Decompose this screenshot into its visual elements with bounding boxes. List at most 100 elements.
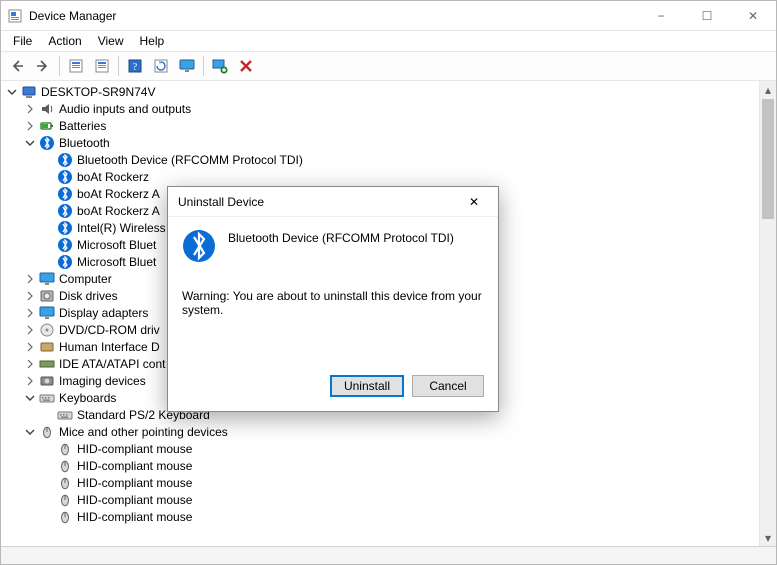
menu-view[interactable]: View [90, 32, 132, 50]
tree-item-label: Computer [59, 272, 112, 286]
tree-caret[interactable] [23, 340, 37, 354]
tree-category-icon [39, 373, 55, 389]
tree-item-label: HID-compliant mouse [77, 510, 192, 524]
tree-category[interactable]: Batteries [1, 117, 759, 134]
menu-action[interactable]: Action [40, 32, 89, 50]
tree-device[interactable]: HID-compliant mouse [1, 508, 759, 525]
tree-item-label: boAt Rockerz A [77, 187, 160, 201]
menu-help[interactable]: Help [132, 32, 173, 50]
tree-device[interactable]: HID-compliant mouse [1, 457, 759, 474]
dialog-close-button[interactable]: ✕ [456, 188, 492, 216]
tree-item-label: Mice and other pointing devices [59, 425, 228, 439]
tree-caret[interactable] [23, 391, 37, 405]
show-hidden-button[interactable] [64, 54, 88, 78]
tree-item-label: Human Interface D [59, 340, 160, 354]
tree-device-icon [57, 220, 73, 236]
tree-category-icon [39, 424, 55, 440]
tree-device[interactable]: HID-compliant mouse [1, 440, 759, 457]
update-driver-button[interactable] [149, 54, 173, 78]
tree-device-icon [57, 186, 73, 202]
nav-back-button[interactable] [5, 54, 29, 78]
tree-caret[interactable] [23, 272, 37, 286]
dialog-title: Uninstall Device [178, 195, 456, 209]
tree-caret[interactable] [23, 425, 37, 439]
scan-hardware-button[interactable] [208, 54, 232, 78]
tree-item-label: Microsoft Bluet [77, 238, 156, 252]
tree-item-label: Bluetooth [59, 136, 110, 150]
tree-caret[interactable] [23, 289, 37, 303]
tree-category-icon [39, 135, 55, 151]
tree-category-icon [39, 305, 55, 321]
tree-root[interactable]: DESKTOP-SR9N74V [1, 83, 759, 100]
tree-category[interactable]: Bluetooth [1, 134, 759, 151]
tree-item-label: HID-compliant mouse [77, 442, 192, 456]
toolbar [1, 51, 776, 81]
tree-category-icon [39, 288, 55, 304]
tree-item-label: Batteries [59, 119, 106, 133]
scroll-up-icon[interactable]: ▴ [760, 81, 776, 98]
scroll-down-icon[interactable]: ▾ [760, 529, 776, 546]
vertical-scrollbar[interactable]: ▴ ▾ [759, 81, 776, 546]
tree-item-label: IDE ATA/ATAPI cont [59, 357, 165, 371]
scrollbar-thumb[interactable] [762, 99, 774, 219]
tree-device-icon [57, 441, 73, 457]
tree-item-label: Intel(R) Wireless [77, 221, 166, 235]
tree-item-label: Bluetooth Device (RFCOMM Protocol TDI) [77, 153, 303, 167]
tree-device[interactable]: HID-compliant mouse [1, 474, 759, 491]
app-icon [7, 8, 23, 24]
titlebar: Device Manager − ☐ ✕ [1, 1, 776, 31]
tree-category-icon [39, 271, 55, 287]
tree-category-icon [39, 390, 55, 406]
tree-caret[interactable] [23, 374, 37, 388]
tree-device-icon [57, 237, 73, 253]
uninstall-device-button[interactable] [234, 54, 258, 78]
tree-item-label: Imaging devices [59, 374, 146, 388]
tree-caret[interactable] [23, 136, 37, 150]
tree-device-icon [57, 169, 73, 185]
nav-forward-button[interactable] [31, 54, 55, 78]
tree-category-icon [39, 339, 55, 355]
tree-caret[interactable] [23, 357, 37, 371]
tree-device[interactable]: boAt Rockerz [1, 168, 759, 185]
tree-item-label: boAt Rockerz A [77, 204, 160, 218]
tree-item-label: HID-compliant mouse [77, 476, 192, 490]
window-title: Device Manager [29, 9, 638, 23]
window-minimize-button[interactable]: − [638, 1, 684, 31]
tree-item-label: Microsoft Bluet [77, 255, 156, 269]
uninstall-button[interactable]: Uninstall [330, 375, 404, 397]
tree-item-label: HID-compliant mouse [77, 493, 192, 507]
tree-category[interactable]: Audio inputs and outputs [1, 100, 759, 117]
tree-device[interactable]: Bluetooth Device (RFCOMM Protocol TDI) [1, 151, 759, 168]
tree-item-label: DESKTOP-SR9N74V [41, 85, 156, 99]
cancel-button[interactable]: Cancel [412, 375, 484, 397]
help-button[interactable] [123, 54, 147, 78]
tree-category-icon [39, 118, 55, 134]
tree-item-label: Keyboards [59, 391, 116, 405]
properties-button[interactable] [90, 54, 114, 78]
tree-device-icon [57, 254, 73, 270]
tree-category[interactable]: Mice and other pointing devices [1, 423, 759, 440]
tree-item-label: Disk drives [59, 289, 118, 303]
monitor-button[interactable] [175, 54, 199, 78]
tree-category-icon [39, 322, 55, 338]
dialog-warning-text: Warning: You are about to uninstall this… [182, 289, 484, 317]
tree-category-icon [39, 101, 55, 117]
tree-caret[interactable] [23, 119, 37, 133]
tree-item-label: Audio inputs and outputs [59, 102, 191, 116]
dialog-device-name: Bluetooth Device (RFCOMM Protocol TDI) [228, 229, 454, 245]
window-close-button[interactable]: ✕ [730, 1, 776, 31]
tree-device[interactable]: HID-compliant mouse [1, 491, 759, 508]
tree-caret[interactable] [23, 102, 37, 116]
tree-device-icon [57, 509, 73, 525]
tree-device-icon [57, 492, 73, 508]
tree-caret[interactable] [23, 306, 37, 320]
tree-caret[interactable] [23, 323, 37, 337]
menu-file[interactable]: File [5, 32, 40, 50]
tree-caret-root[interactable] [5, 85, 19, 99]
tree-device-icon [57, 203, 73, 219]
status-bar [1, 546, 776, 564]
bluetooth-icon [182, 229, 216, 263]
window-maximize-button[interactable]: ☐ [684, 1, 730, 31]
tree-item-label: boAt Rockerz [77, 170, 149, 184]
tree-item-label: Display adapters [59, 306, 148, 320]
